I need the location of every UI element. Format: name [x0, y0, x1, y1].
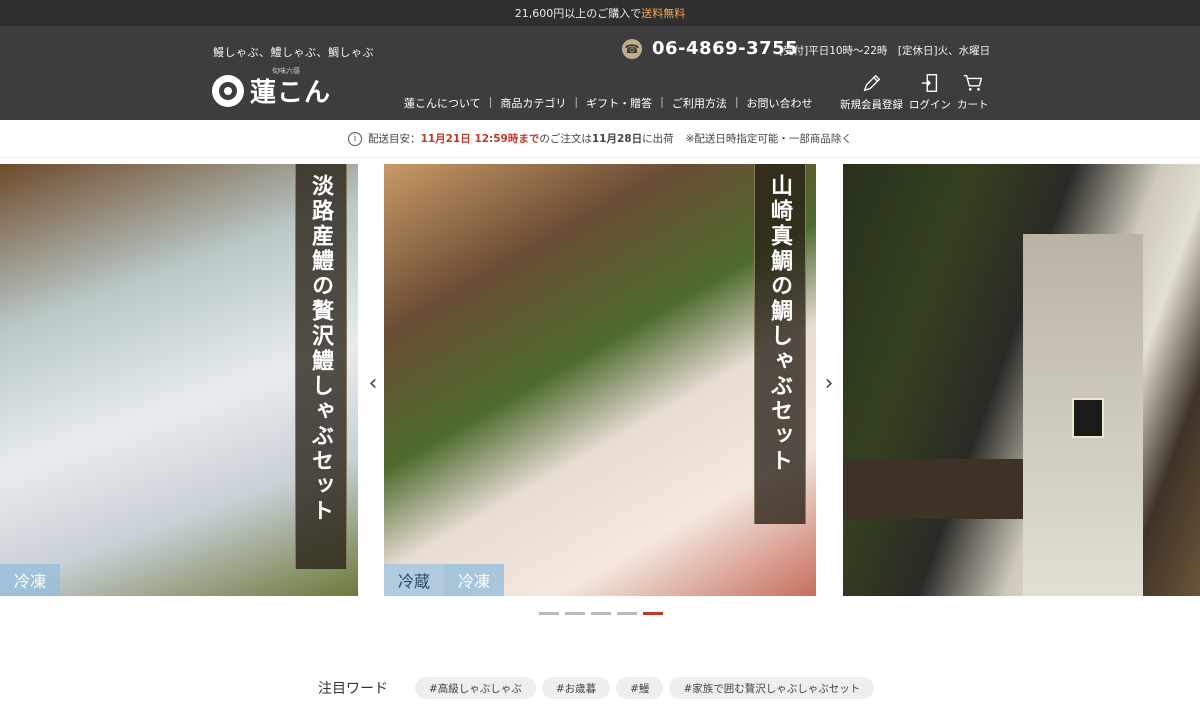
- keywords-label: 注目ワード: [318, 681, 388, 697]
- register-label: 新規会員登録: [840, 99, 903, 111]
- cart-icon: [963, 74, 982, 91]
- free-shipping-banner: 21,600円以上のご購入で 送料無料: [0, 0, 1200, 26]
- global-nav: 蓮こんについて | 商品カテゴリ | ギフト・贈答 | ご利用方法 | お問い合…: [404, 95, 813, 111]
- notice-note: ※配送日時指定可能・一部商品除く: [685, 133, 852, 145]
- carousel-pagination: [539, 612, 663, 615]
- badge-frozen: 冷凍: [444, 564, 505, 596]
- storefront-planter: [843, 459, 1023, 519]
- keyword-tag[interactable]: #鰻: [616, 677, 664, 699]
- temperature-badges: 冷凍: [0, 564, 61, 596]
- phone-icon: ☎: [622, 38, 642, 59]
- promo-highlight: 送料無料: [641, 7, 686, 20]
- badge-frozen: 冷凍: [0, 564, 61, 596]
- pencil-icon: [863, 74, 880, 92]
- slide-tai-shabu[interactable]: 山崎真鯛の鯛しゃぶセット 冷蔵 冷凍: [384, 164, 816, 596]
- pagination-dot[interactable]: [539, 612, 559, 615]
- carousel-next-button[interactable]: ›: [818, 368, 840, 398]
- nav-gift[interactable]: ギフト・贈答: [586, 95, 652, 111]
- nav-about[interactable]: 蓮こんについて: [404, 95, 481, 111]
- business-hours: [受付]平日10時～22時 [定休日]火、水曜日: [779, 45, 991, 57]
- info-icon: i: [348, 131, 363, 146]
- site-header: 鰻しゃぶ、鱧しゃぶ、鯛しゃぶ 蓮こん 旬味六感 ☎ 06-4869-3755 […: [0, 26, 1200, 120]
- utility-nav: 新規会員登録 ログイン カート: [840, 72, 989, 112]
- header-tagline: 鰻しゃぶ、鱧しゃぶ、鯛しゃぶ: [213, 46, 374, 59]
- pagination-dot-active[interactable]: [643, 612, 663, 615]
- nav-separator: |: [660, 95, 664, 108]
- pagination-dot[interactable]: [617, 612, 637, 615]
- pagination-dot[interactable]: [591, 612, 611, 615]
- login-button[interactable]: ログイン: [909, 72, 951, 112]
- keyword-tag[interactable]: #高級しゃぶしゃぶ: [415, 677, 536, 699]
- phone-number: 06-4869-3755: [652, 38, 799, 59]
- badge-chilled: 冷蔵: [384, 564, 445, 596]
- logo-subtext: 旬味六感: [272, 67, 300, 75]
- pagination-dot[interactable]: [565, 612, 585, 615]
- login-label: ログイン: [909, 99, 951, 111]
- hero-carousel: 淡路産鱧の贅沢鱧しゃぶセット 冷凍 山崎真鯛の鯛しゃぶセット 冷蔵 冷凍 ‹ ›: [0, 164, 1200, 596]
- phone-contact[interactable]: ☎ 06-4869-3755: [622, 38, 798, 59]
- temperature-badges: 冷蔵 冷凍: [384, 564, 505, 596]
- site-logo[interactable]: 蓮こん 旬味六感: [212, 67, 332, 109]
- promo-text: 21,600円以上のご購入で: [514, 7, 642, 20]
- nav-contact[interactable]: お問い合わせ: [747, 95, 813, 111]
- shop-sign: [1072, 398, 1104, 438]
- slide-title: 淡路産鱧の贅沢鱧しゃぶセット: [295, 164, 347, 569]
- nav-categories[interactable]: 商品カテゴリ: [500, 95, 566, 111]
- nav-separator: |: [488, 95, 493, 108]
- cart-button[interactable]: カート: [957, 72, 989, 112]
- slide-title: 山崎真鯛の鯛しゃぶセット: [754, 164, 806, 524]
- logo-mark-icon: [212, 74, 244, 107]
- slide-storefront[interactable]: [843, 164, 1200, 596]
- ship-date: 11月28日: [591, 133, 643, 145]
- nav-guide[interactable]: ご利用方法: [672, 95, 727, 111]
- notice-middle: のご注文は: [539, 133, 592, 145]
- logo-text: 蓮こん: [250, 78, 332, 108]
- register-button[interactable]: 新規会員登録: [840, 72, 903, 112]
- featured-keywords: 注目ワード #高級しゃぶしゃぶ #お歳暮 #鰻 #家族で囲む贅沢しゃぶしゃぶセッ…: [318, 677, 880, 699]
- login-door-icon: [921, 74, 938, 92]
- nav-separator: |: [734, 95, 739, 108]
- notice-prefix: 配送目安：: [368, 133, 421, 145]
- keyword-tag[interactable]: #お歳暮: [541, 677, 611, 699]
- slide-hamo-shabu[interactable]: 淡路産鱧の贅沢鱧しゃぶセット 冷凍: [0, 164, 358, 596]
- nav-separator: |: [574, 95, 579, 108]
- notice-suffix: に出荷: [642, 133, 674, 145]
- delivery-notice: i 配送目安： 11月21日 12:59時まで のご注文は 11月28日 に出荷 ※配送日…: [0, 120, 1200, 158]
- order-deadline: 11月21日 12:59時まで: [420, 133, 540, 145]
- cart-label: カート: [957, 99, 989, 111]
- carousel-prev-button[interactable]: ‹: [362, 368, 384, 398]
- keyword-tag[interactable]: #家族で囲む贅沢しゃぶしゃぶセット: [669, 677, 875, 699]
